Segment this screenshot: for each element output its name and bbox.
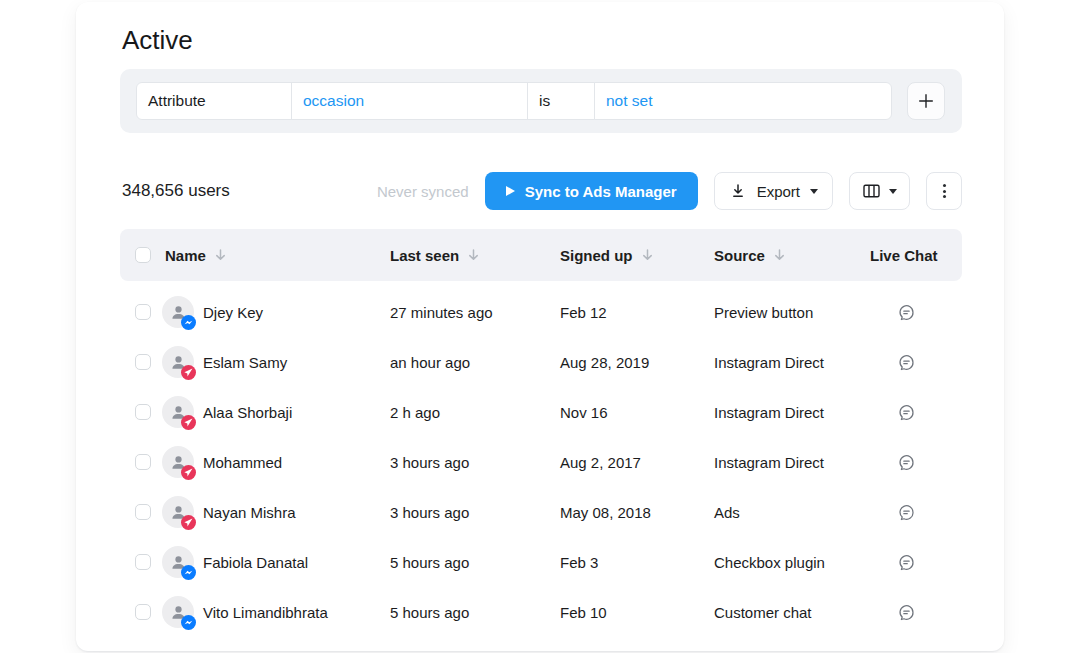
user-name: Fabiola Danatal bbox=[203, 554, 308, 571]
table-row[interactable]: Alaa Shorbaji 2 h ago Nov 16 Instagram D… bbox=[120, 387, 962, 437]
row-checkbox[interactable] bbox=[135, 404, 151, 420]
table-body: Djey Key 27 minutes ago Feb 12 Preview b… bbox=[120, 287, 962, 637]
user-name: Djey Key bbox=[203, 304, 263, 321]
avatar bbox=[162, 396, 194, 428]
toolbar: 348,656 users Never synced Sync to Ads M… bbox=[122, 172, 962, 210]
live-chat-icon[interactable] bbox=[897, 403, 916, 422]
avatar bbox=[162, 446, 194, 478]
signed-up-value: Feb 10 bbox=[560, 604, 714, 621]
source-value: Checkbox plugin bbox=[714, 554, 870, 571]
row-checkbox[interactable] bbox=[135, 604, 151, 620]
user-count: 348,656 users bbox=[122, 181, 230, 201]
last-seen-value: an hour ago bbox=[390, 354, 560, 371]
source-value: Instagram Direct bbox=[714, 404, 870, 421]
sort-desc-icon[interactable] bbox=[467, 248, 480, 262]
columns-button[interactable] bbox=[849, 172, 910, 210]
sort-desc-icon[interactable] bbox=[214, 248, 227, 262]
live-chat-icon[interactable] bbox=[897, 553, 916, 572]
instagram-direct-badge-icon bbox=[181, 415, 196, 430]
last-seen-value: 3 hours ago bbox=[390, 454, 560, 471]
signed-up-value: Feb 12 bbox=[560, 304, 714, 321]
live-chat-icon[interactable] bbox=[897, 453, 916, 472]
select-all-checkbox[interactable] bbox=[135, 247, 151, 263]
live-chat-icon[interactable] bbox=[897, 503, 916, 522]
active-segment-card: Active Attribute occasion is not set 348… bbox=[76, 2, 1004, 651]
user-name: Eslam Samy bbox=[203, 354, 287, 371]
column-header-source[interactable]: Source bbox=[714, 247, 765, 264]
page-title: Active bbox=[122, 25, 193, 56]
live-chat-icon[interactable] bbox=[897, 303, 916, 322]
source-value: Instagram Direct bbox=[714, 454, 870, 471]
user-name: Vito Limandibhrata bbox=[203, 604, 328, 621]
table-row[interactable]: Eslam Samy an hour ago Aug 28, 2019 Inst… bbox=[120, 337, 962, 387]
column-header-last-seen[interactable]: Last seen bbox=[390, 247, 459, 264]
last-seen-value: 5 hours ago bbox=[390, 554, 560, 571]
instagram-direct-badge-icon bbox=[181, 365, 196, 380]
plus-icon bbox=[917, 92, 935, 110]
source-value: Instagram Direct bbox=[714, 354, 870, 371]
table-row[interactable]: Mohammed 3 hours ago Aug 2, 2017 Instagr… bbox=[120, 437, 962, 487]
instagram-direct-badge-icon bbox=[181, 465, 196, 480]
live-chat-icon[interactable] bbox=[897, 353, 916, 372]
caret-down-icon bbox=[810, 189, 818, 194]
column-header-live-chat: Live Chat bbox=[870, 247, 938, 264]
user-name: Nayan Mishra bbox=[203, 504, 296, 521]
more-actions-button[interactable] bbox=[926, 172, 962, 210]
messenger-badge-icon bbox=[181, 565, 196, 580]
last-seen-value: 27 minutes ago bbox=[390, 304, 560, 321]
export-button[interactable]: Export bbox=[714, 172, 833, 210]
table-row[interactable]: Nayan Mishra 3 hours ago May 08, 2018 Ad… bbox=[120, 487, 962, 537]
filter-type-select[interactable]: Attribute bbox=[136, 82, 292, 120]
avatar bbox=[162, 296, 194, 328]
sync-status: Never synced bbox=[377, 183, 469, 200]
signed-up-value: Aug 2, 2017 bbox=[560, 454, 714, 471]
row-checkbox[interactable] bbox=[135, 304, 151, 320]
filter-attribute-select[interactable]: occasion bbox=[291, 82, 528, 120]
column-header-name[interactable]: Name bbox=[165, 247, 206, 264]
signed-up-value: May 08, 2018 bbox=[560, 504, 714, 521]
filter-bar: Attribute occasion is not set bbox=[120, 69, 962, 133]
signed-up-value: Aug 28, 2019 bbox=[560, 354, 714, 371]
kebab-menu-icon bbox=[943, 184, 946, 198]
instagram-direct-badge-icon bbox=[181, 515, 196, 530]
user-name: Mohammed bbox=[203, 454, 282, 471]
filter-operator-select[interactable]: is bbox=[527, 82, 595, 120]
messenger-badge-icon bbox=[181, 315, 196, 330]
columns-icon bbox=[862, 182, 881, 200]
avatar bbox=[162, 596, 194, 628]
play-icon bbox=[506, 186, 515, 196]
row-checkbox[interactable] bbox=[135, 554, 151, 570]
last-seen-value: 2 h ago bbox=[390, 404, 560, 421]
sync-to-ads-manager-button[interactable]: Sync to Ads Manager bbox=[485, 172, 698, 210]
messenger-badge-icon bbox=[181, 615, 196, 630]
table-row[interactable]: Djey Key 27 minutes ago Feb 12 Preview b… bbox=[120, 287, 962, 337]
sort-desc-icon[interactable] bbox=[773, 248, 786, 262]
filter-value-select[interactable]: not set bbox=[594, 82, 892, 120]
source-value: Preview button bbox=[714, 304, 870, 321]
column-header-signed-up[interactable]: Signed up bbox=[560, 247, 633, 264]
user-name: Alaa Shorbaji bbox=[203, 404, 292, 421]
row-checkbox[interactable] bbox=[135, 454, 151, 470]
last-seen-value: 5 hours ago bbox=[390, 604, 560, 621]
table-row[interactable]: Vito Limandibhrata 5 hours ago Feb 10 Cu… bbox=[120, 587, 962, 637]
source-value: Ads bbox=[714, 504, 870, 521]
download-icon bbox=[729, 182, 747, 200]
add-filter-button[interactable] bbox=[907, 82, 945, 120]
avatar bbox=[162, 346, 194, 378]
last-seen-value: 3 hours ago bbox=[390, 504, 560, 521]
caret-down-icon bbox=[889, 189, 897, 194]
avatar bbox=[162, 496, 194, 528]
sort-desc-icon[interactable] bbox=[641, 248, 654, 262]
row-checkbox[interactable] bbox=[135, 354, 151, 370]
source-value: Customer chat bbox=[714, 604, 870, 621]
signed-up-value: Feb 3 bbox=[560, 554, 714, 571]
row-checkbox[interactable] bbox=[135, 504, 151, 520]
table-header: Name Last seen Signed up Source Live Cha… bbox=[120, 229, 962, 281]
signed-up-value: Nov 16 bbox=[560, 404, 714, 421]
table-row[interactable]: Fabiola Danatal 5 hours ago Feb 3 Checkb… bbox=[120, 537, 962, 587]
avatar bbox=[162, 546, 194, 578]
live-chat-icon[interactable] bbox=[897, 603, 916, 622]
filter-condition: Attribute occasion is not set bbox=[136, 82, 892, 120]
